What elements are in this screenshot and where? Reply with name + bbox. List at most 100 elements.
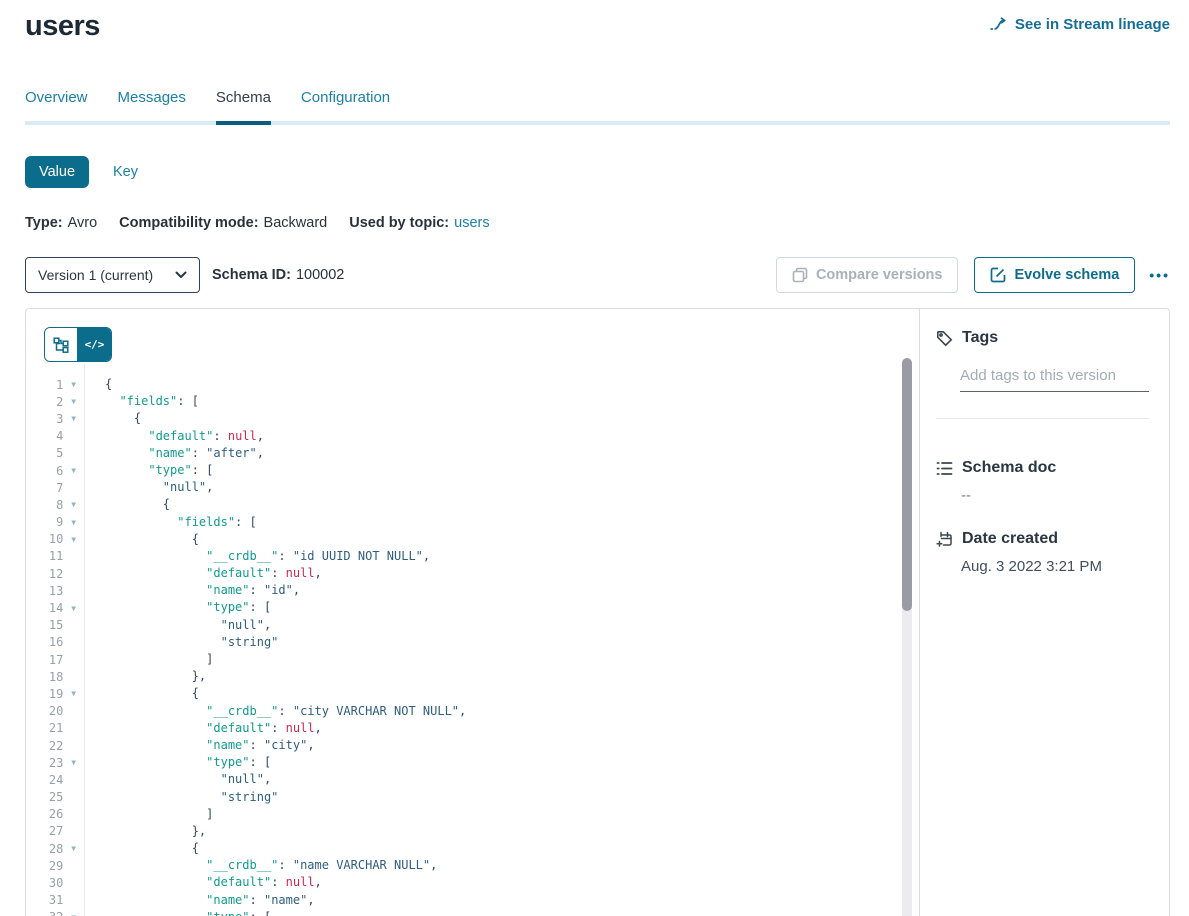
tab-bar: Overview Messages Schema Configuration (25, 89, 1170, 125)
fold-toggle-icon[interactable]: ▼ (63, 844, 84, 853)
code-line: { (105, 840, 899, 857)
fold-toggle-icon[interactable]: ▼ (63, 758, 84, 767)
code-line: "string" (105, 789, 899, 806)
code-line: "fields": [ (105, 393, 899, 410)
line-number: 22 (26, 739, 63, 753)
date-created-section: Date created Aug. 3 2022 3:21 PM (936, 530, 1149, 575)
used-by-topic-link[interactable]: users (454, 215, 489, 231)
fold-toggle-icon[interactable]: ▼ (63, 466, 84, 475)
line-number: 27 (26, 824, 63, 838)
code-line: "type": [ (105, 754, 899, 771)
gutter-line: 20 (26, 703, 84, 720)
version-toolbar: Version 1 (current) Schema ID: 100002 Co… (25, 257, 1170, 293)
key-toggle-button[interactable]: Key (113, 156, 138, 188)
line-number: 18 (26, 670, 63, 684)
line-number: 7 (26, 481, 63, 495)
code-line: "type": [ (105, 462, 899, 479)
line-number: 17 (26, 653, 63, 667)
line-number: 30 (26, 876, 63, 890)
line-number: 5 (26, 446, 63, 460)
tab-schema[interactable]: Schema (216, 89, 271, 125)
value-toggle-button[interactable]: Value (25, 156, 89, 188)
line-number: 16 (26, 635, 63, 649)
schema-page: users See in Stream lineage Overview Mes… (0, 0, 1189, 916)
code-line: "__crdb__": "city VARCHAR NOT NULL", (105, 703, 899, 720)
fold-toggle-icon[interactable]: ▼ (63, 689, 84, 698)
date-created-value: Aug. 3 2022 3:21 PM (961, 558, 1149, 575)
editor-scrollbar-thumb[interactable] (902, 358, 912, 611)
gutter-line: 6▼ (26, 462, 84, 479)
compare-versions-button[interactable]: Compare versions (776, 257, 959, 293)
stream-lineage-link[interactable]: See in Stream lineage (989, 16, 1170, 33)
gutter-line: 27 (26, 823, 84, 840)
gutter-line: 23▼ (26, 754, 84, 771)
tags-title: Tags (962, 329, 998, 347)
line-number: 13 (26, 584, 63, 598)
code-line: "__crdb__": "id UUID NOT NULL", (105, 548, 899, 565)
tree-view-button[interactable] (45, 328, 78, 361)
gutter-line: 30 (26, 874, 84, 891)
fold-toggle-icon[interactable]: ▼ (63, 535, 84, 544)
editor-view-toggle: </> (44, 327, 919, 362)
line-number: 4 (26, 429, 63, 443)
gutter-line: 9▼ (26, 514, 84, 531)
tag-icon (936, 330, 953, 347)
fold-toggle-icon[interactable]: ▼ (63, 500, 84, 509)
fold-toggle-icon[interactable]: ▼ (63, 397, 84, 406)
gutter-line: 24 (26, 771, 84, 788)
gutter-line: 31 (26, 892, 84, 909)
code-line: "default": null, (105, 428, 899, 445)
line-number: 31 (26, 893, 63, 907)
code-view-button[interactable]: </> (78, 328, 111, 361)
fold-toggle-icon[interactable]: ▼ (63, 518, 84, 527)
edit-schema-icon (990, 267, 1006, 283)
code-line: { (105, 376, 899, 393)
gutter-line: 26 (26, 806, 84, 823)
code-line: "string" (105, 634, 899, 651)
schema-doc-section: Schema doc -- (936, 459, 1149, 504)
code-line: { (105, 410, 899, 427)
tags-input[interactable] (960, 367, 1149, 392)
compare-versions-label: Compare versions (816, 267, 943, 283)
tab-configuration[interactable]: Configuration (301, 89, 390, 121)
line-number: 32 (26, 910, 63, 916)
schema-doc-title: Schema doc (962, 459, 1056, 477)
code-line: "name": "name", (105, 892, 899, 909)
code-line: }, (105, 668, 899, 685)
gutter-line: 11 (26, 548, 84, 565)
code-line: "null", (105, 479, 899, 496)
version-select-value: Version 1 (current) (38, 267, 153, 283)
tab-overview[interactable]: Overview (25, 89, 88, 121)
editor-scrollbar-track[interactable] (902, 358, 912, 916)
schema-code: { "fields": [ { "default": null, "name":… (85, 364, 919, 916)
code-line: ] (105, 651, 899, 668)
compatibility-mode-label: Compatibility mode: (119, 215, 258, 231)
code-line: "name": "after", (105, 445, 899, 462)
gutter-line: 1▼ (26, 376, 84, 393)
gutter-line: 10▼ (26, 531, 84, 548)
gutter-line: 5 (26, 445, 84, 462)
gutter-line: 4 (26, 428, 84, 445)
schema-doc-value: -- (961, 487, 1149, 504)
fold-toggle-icon[interactable]: ▼ (63, 414, 84, 423)
fold-toggle-icon[interactable]: ▼ (63, 380, 84, 389)
tags-section-header: Tags (936, 329, 1149, 347)
tab-messages[interactable]: Messages (118, 89, 186, 121)
date-created-title: Date created (962, 530, 1058, 548)
code-line: }, (105, 823, 899, 840)
code-line: "name": "id", (105, 582, 899, 599)
code-area[interactable]: 1▼2▼3▼456▼78▼9▼10▼11121314▼1516171819▼20… (26, 364, 919, 916)
line-number: 29 (26, 859, 63, 873)
more-options-button[interactable]: ••• (1149, 268, 1170, 282)
code-line: "null", (105, 771, 899, 788)
line-number: 10 (26, 532, 63, 546)
schema-panel: </> 1▼2▼3▼456▼78▼9▼10▼11121314▼151617181… (25, 308, 1170, 916)
version-select[interactable]: Version 1 (current) (25, 257, 200, 293)
code-line: "default": null, (105, 720, 899, 737)
fold-toggle-icon[interactable]: ▼ (63, 604, 84, 613)
evolve-schema-button[interactable]: Evolve schema (974, 257, 1135, 293)
gutter-line: 25 (26, 789, 84, 806)
line-number: 2 (26, 395, 63, 409)
code-line: ] (105, 806, 899, 823)
page-title: users (25, 10, 100, 43)
